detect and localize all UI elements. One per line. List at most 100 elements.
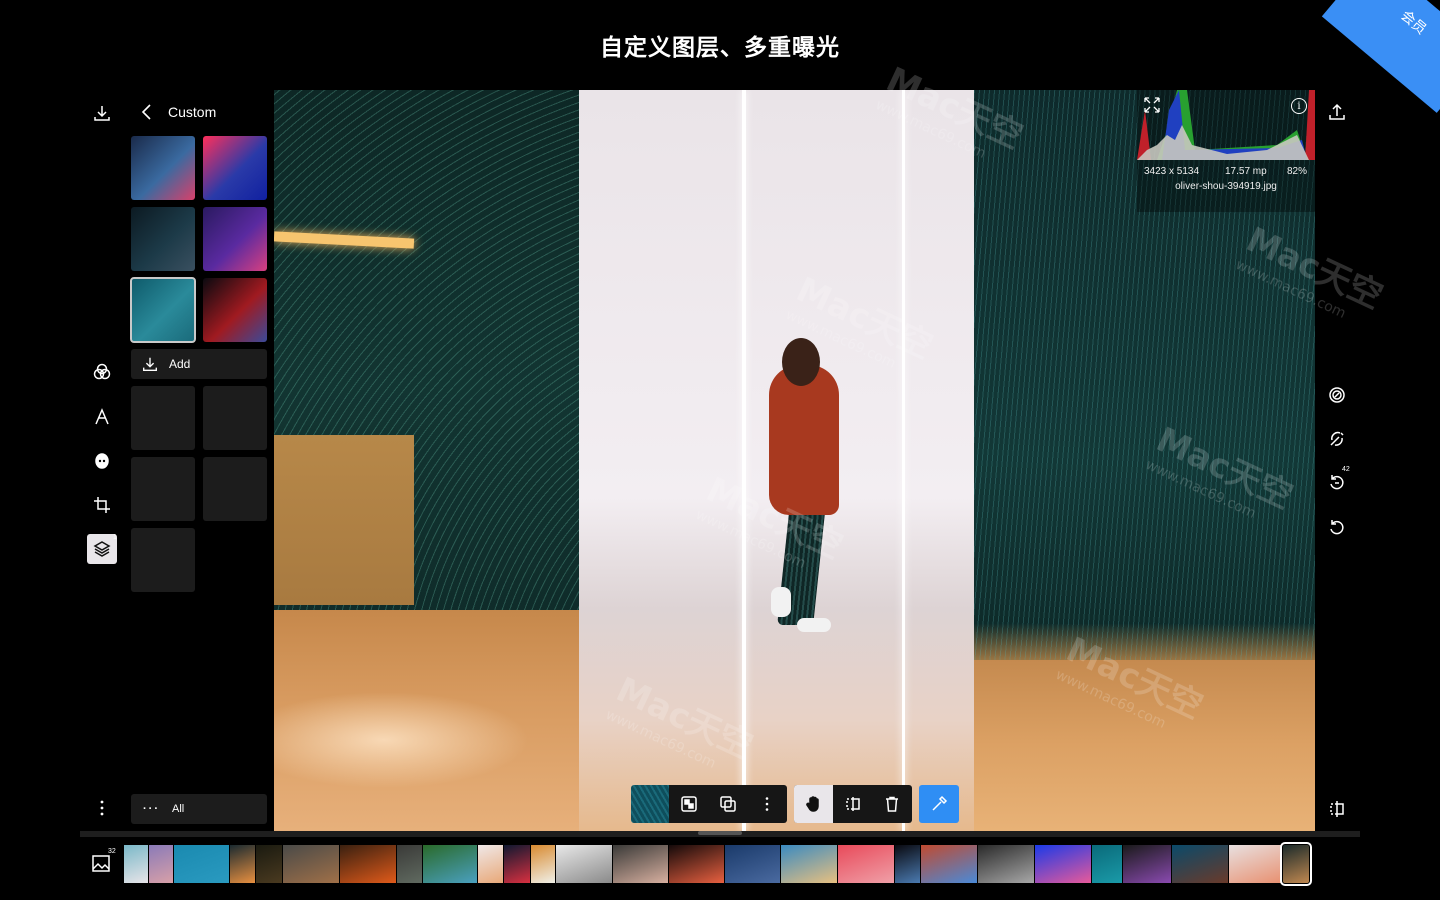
empty-layer-slot[interactable] bbox=[131, 386, 195, 450]
gallery-button[interactable] bbox=[91, 852, 113, 874]
layer-thumbnail-city-street-night[interactable] bbox=[131, 136, 195, 200]
layers-icon bbox=[93, 541, 111, 557]
crop-tool[interactable] bbox=[87, 490, 117, 520]
add-layer-button[interactable]: Add bbox=[131, 349, 267, 379]
expand-icon bbox=[1144, 97, 1160, 113]
filmstrip-thumbnail[interactable] bbox=[149, 845, 173, 883]
image-megapixels: 17.57 mp bbox=[1225, 166, 1267, 177]
photo-person-shoe bbox=[771, 587, 791, 617]
filmstrip-thumbnail[interactable] bbox=[895, 845, 920, 883]
page-headline: 自定义图层、多重曝光 bbox=[600, 35, 840, 61]
filmstrip bbox=[124, 842, 1312, 886]
import-icon bbox=[94, 106, 110, 121]
eyedropper-icon bbox=[932, 795, 948, 811]
filmstrip-thumbnail[interactable] bbox=[124, 845, 148, 883]
eyedropper-toggle[interactable] bbox=[1325, 427, 1349, 451]
photo-light-bar bbox=[902, 90, 905, 831]
more-options-button[interactable] bbox=[87, 793, 117, 823]
face-tool[interactable] bbox=[87, 446, 117, 476]
empty-layer-slot[interactable] bbox=[203, 386, 267, 450]
layer-thumbnail-red-light-trails[interactable] bbox=[203, 278, 267, 342]
filmstrip-thumbnail[interactable] bbox=[725, 845, 780, 883]
layer-more-button[interactable] bbox=[748, 785, 787, 823]
filmstrip-thumbnail[interactable] bbox=[921, 845, 977, 883]
filmstrip-thumbnail[interactable] bbox=[531, 845, 555, 883]
image-dimensions: 3423 x 5134 bbox=[1144, 166, 1200, 177]
trash-icon bbox=[886, 796, 899, 812]
filmstrip-thumbnail[interactable] bbox=[397, 845, 422, 883]
layers-count-badge: 1 bbox=[113, 534, 117, 541]
info-icon[interactable]: i bbox=[1291, 98, 1307, 114]
layer-thumbnail-blue-face-red-bg[interactable] bbox=[203, 136, 267, 200]
histogram-panel: i 3423 x 5134 17.57 mp 82% oliver-shou-3… bbox=[1137, 90, 1315, 212]
photo-person-shoe bbox=[797, 618, 831, 632]
delete-layer-button[interactable] bbox=[873, 785, 912, 823]
transparency-icon bbox=[680, 796, 697, 812]
filmstrip-thumbnail[interactable] bbox=[978, 845, 1034, 883]
filmstrip-thumbnail[interactable] bbox=[669, 845, 724, 883]
filmstrip-thumbnail[interactable] bbox=[504, 845, 530, 883]
filmstrip-thumbnail[interactable] bbox=[230, 845, 255, 883]
eyedropper-button[interactable] bbox=[919, 785, 959, 823]
flip-button[interactable] bbox=[833, 785, 872, 823]
filmstrip-thumbnail[interactable] bbox=[478, 845, 503, 883]
face-icon bbox=[95, 453, 109, 469]
undo-icon bbox=[1330, 520, 1344, 535]
photo-person-head bbox=[782, 338, 820, 386]
filmstrip-thumbnail[interactable] bbox=[283, 845, 339, 883]
filmstrip-thumbnail[interactable] bbox=[556, 845, 612, 883]
add-layer-label: Add bbox=[169, 357, 191, 371]
filmstrip-thumbnail[interactable] bbox=[256, 845, 282, 883]
histogram-luma bbox=[1137, 125, 1309, 160]
filmstrip-thumbnail[interactable] bbox=[1280, 842, 1312, 886]
panel-header: Custom bbox=[140, 100, 216, 124]
filmstrip-thumbnail[interactable] bbox=[781, 845, 837, 883]
compare-button[interactable] bbox=[1325, 797, 1349, 821]
duplicate-button[interactable] bbox=[708, 785, 747, 823]
chevron-left-icon[interactable] bbox=[140, 103, 154, 121]
history-button[interactable] bbox=[1325, 471, 1349, 495]
filmstrip-thumbnail[interactable] bbox=[1035, 845, 1091, 883]
blend-button[interactable] bbox=[1325, 383, 1349, 407]
filter-all-button[interactable]: ··· All bbox=[131, 794, 267, 824]
zoom-level: 82% bbox=[1287, 166, 1308, 177]
gallery-icon bbox=[92, 855, 110, 872]
filmstrip-thumbnail[interactable] bbox=[1172, 845, 1228, 883]
ellipsis-icon: ··· bbox=[143, 803, 160, 815]
undo-button[interactable] bbox=[1325, 515, 1349, 539]
filmstrip-thumbnail[interactable] bbox=[1123, 845, 1171, 883]
hand-tool-button[interactable] bbox=[794, 785, 834, 823]
empty-layer-slot[interactable] bbox=[131, 528, 195, 592]
eyedropper-off-icon bbox=[1330, 431, 1344, 446]
filmstrip-thumbnail[interactable] bbox=[613, 845, 668, 883]
filters-tool[interactable] bbox=[87, 357, 117, 387]
transform-toolbar bbox=[794, 785, 912, 823]
layer-thumbnail-neon-alley[interactable] bbox=[203, 207, 267, 271]
filmstrip-thumbnail[interactable] bbox=[423, 845, 477, 883]
import-button[interactable] bbox=[87, 98, 117, 128]
filmstrip-thumbnail[interactable] bbox=[1229, 845, 1282, 883]
text-tool[interactable] bbox=[87, 402, 117, 432]
import-icon bbox=[143, 357, 157, 371]
filmstrip-thumbnail[interactable] bbox=[174, 845, 229, 883]
export-button[interactable] bbox=[1325, 100, 1349, 124]
layer-thumbnail-dark-city-windows[interactable] bbox=[131, 207, 195, 271]
filmstrip-thumbnail[interactable] bbox=[1092, 845, 1122, 883]
empty-layer-slot[interactable] bbox=[203, 457, 267, 521]
photo-light-bar bbox=[742, 90, 746, 831]
text-icon bbox=[95, 408, 109, 425]
filmstrip-thumbnail[interactable] bbox=[340, 845, 396, 883]
filmstrip-resize-handle[interactable] bbox=[698, 831, 742, 835]
layer-thumbnail-teal-texture[interactable] bbox=[130, 277, 196, 343]
history-icon bbox=[1330, 475, 1344, 490]
active-layer-thumbnail[interactable] bbox=[631, 785, 669, 823]
fullscreen-button[interactable] bbox=[1143, 96, 1161, 119]
empty-layer-slot[interactable] bbox=[131, 457, 195, 521]
photo-right-floor bbox=[974, 660, 1315, 831]
transparency-button[interactable] bbox=[669, 785, 708, 823]
panel-title: Custom bbox=[168, 104, 217, 120]
blend-icon bbox=[1329, 387, 1345, 403]
more-vertical-icon bbox=[100, 800, 104, 816]
filmstrip-thumbnail[interactable] bbox=[838, 845, 894, 883]
crop-icon bbox=[94, 497, 110, 513]
